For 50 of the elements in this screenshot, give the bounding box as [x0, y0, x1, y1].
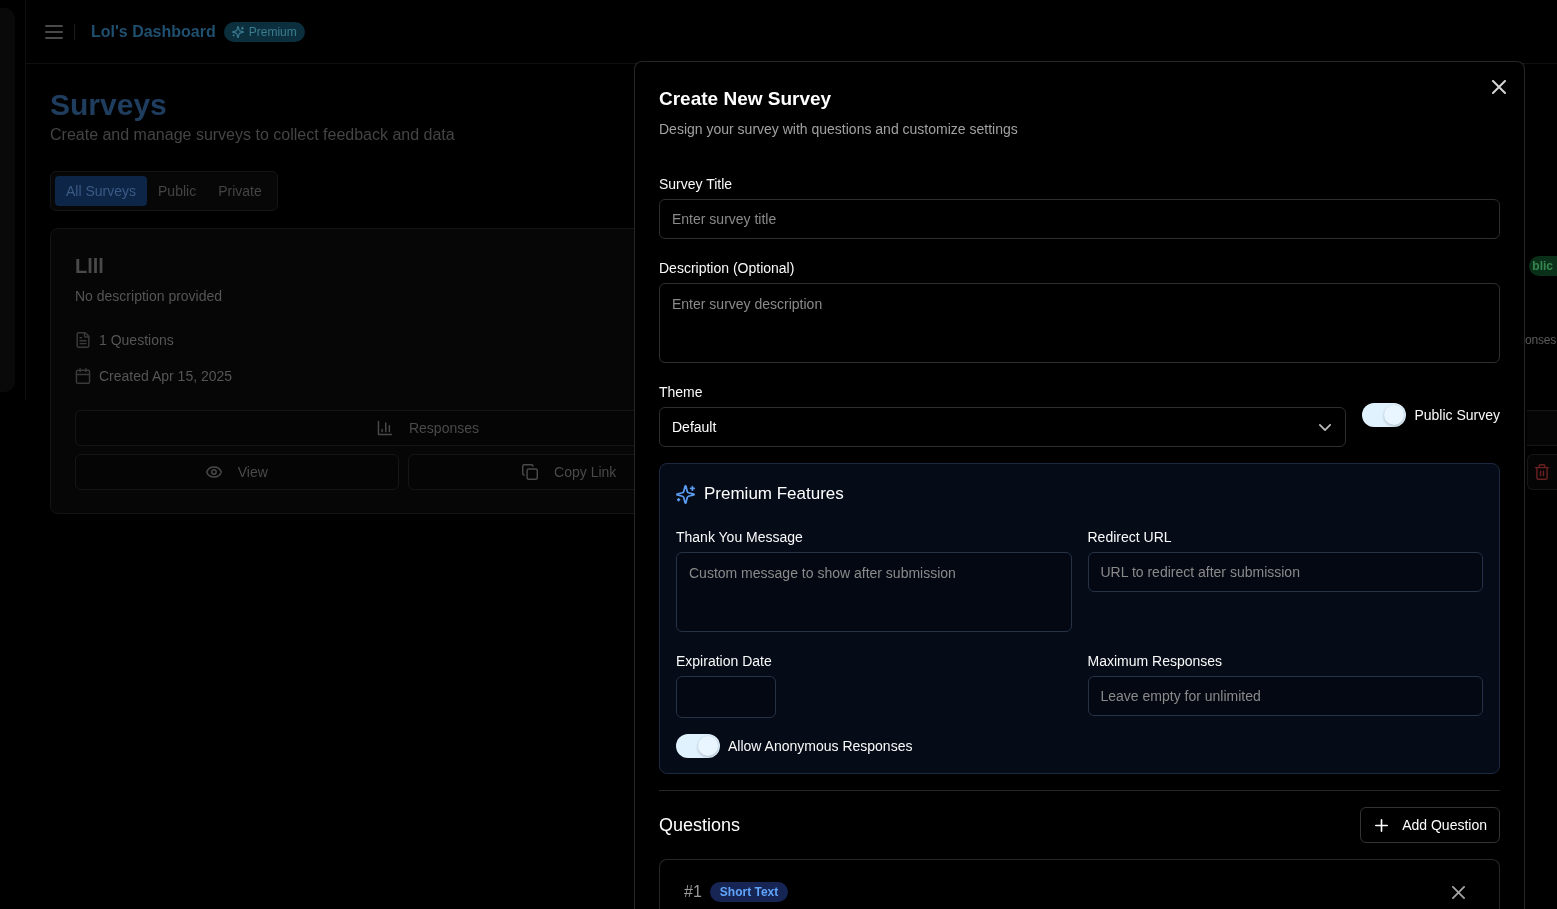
question-count: 1 Questions — [99, 331, 174, 350]
response-count: onses — [1524, 332, 1556, 349]
input-field[interactable]: URL to redirect after submission — [1087, 552, 1483, 592]
question-type-badge: Short Text — [709, 882, 789, 902]
copy-icon — [522, 464, 539, 480]
toggle-switch[interactable] — [676, 734, 720, 758]
dialog-subtitle: Design your survey with questions and customize settings — [659, 120, 1018, 139]
field-label: Description (Optional) — [659, 259, 795, 278]
toggle-switch[interactable] — [1362, 402, 1407, 427]
field-label: Maximum Responses — [1087, 652, 1223, 671]
filter-tab[interactable]: All Surveys — [55, 176, 148, 206]
view-button[interactable]: View — [75, 454, 399, 490]
page-title: Surveys — [50, 87, 167, 123]
page-subtitle: Create and manage surveys to collect feedback and data — [50, 125, 455, 145]
field-label: Thank You Message — [676, 528, 803, 547]
chevron-down-icon — [1319, 423, 1332, 431]
field-label: Expiration Date — [676, 652, 772, 671]
trash-icon — [1534, 464, 1550, 480]
created-date: Created Apr 15, 2025 — [99, 367, 233, 386]
date-field[interactable] — [676, 676, 776, 718]
switch-label: Allow Anonymous Responses — [728, 737, 913, 756]
input-field[interactable]: Enter survey title — [659, 199, 1500, 239]
sparkle-icon — [676, 484, 695, 504]
survey-title: Llll — [75, 254, 104, 279]
dialog-title: Create New Survey — [659, 87, 832, 111]
survey-description: No description provided — [75, 287, 223, 306]
dashboard-title: Lol's Dashboard — [91, 22, 216, 41]
calendar-icon — [75, 368, 91, 384]
field-label: Theme — [659, 383, 703, 402]
switch-label: Public Survey — [1414, 405, 1500, 425]
theme-select[interactable]: Default — [659, 407, 1347, 447]
input-field[interactable]: Leave empty for unlimited — [1087, 676, 1483, 716]
bar-chart-icon — [376, 420, 393, 436]
field-label: Survey Title — [659, 175, 733, 194]
filter-tab[interactable]: Public — [147, 176, 208, 206]
eye-icon — [205, 464, 222, 480]
textarea-field[interactable]: Custom message to show after submission — [676, 552, 1072, 632]
field-label: Redirect URL — [1087, 528, 1172, 547]
add-question-button[interactable]: Add Question — [1360, 807, 1500, 843]
close-icon[interactable] — [1452, 885, 1465, 899]
section-title: Questions — [659, 814, 741, 837]
filter-tab[interactable]: Private — [207, 176, 273, 206]
document-icon — [75, 332, 91, 348]
question-number: #1 — [684, 882, 702, 902]
visibility-badge: blic — [1529, 256, 1557, 276]
sparkle-icon — [231, 25, 244, 38]
textarea-field[interactable]: Enter survey description — [659, 283, 1500, 363]
badge-label: Premium — [248, 24, 297, 39]
close-icon[interactable] — [1492, 80, 1506, 94]
plus-icon — [1375, 818, 1389, 832]
